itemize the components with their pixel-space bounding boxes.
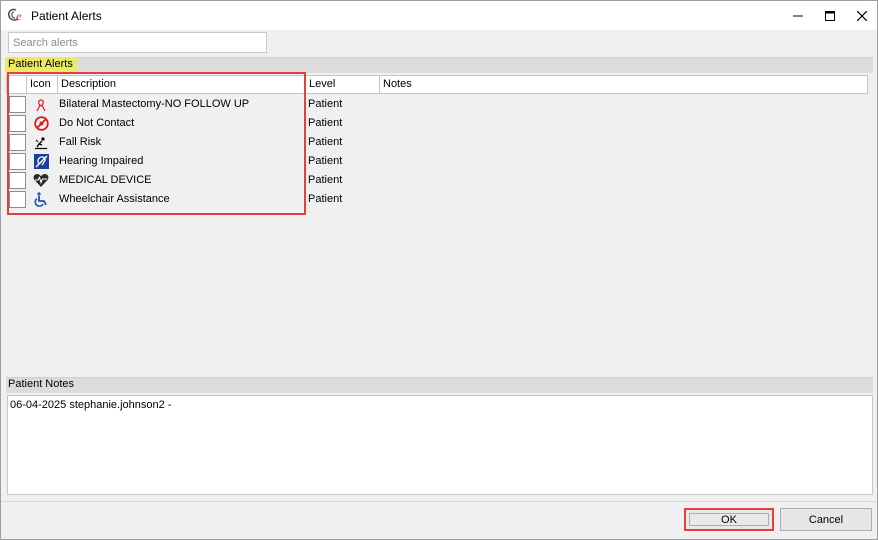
alert-checkbox[interactable] xyxy=(9,153,26,170)
column-header-icon[interactable]: Icon xyxy=(26,76,57,93)
column-header-level[interactable]: Level xyxy=(305,76,379,93)
ribbon-icon xyxy=(32,96,50,113)
alerts-section-header xyxy=(6,57,873,73)
patient-notes-text: 06-04-2025 stephanie.johnson2 - xyxy=(10,399,172,411)
alert-level: Patient xyxy=(308,136,343,148)
close-icon[interactable] xyxy=(845,1,878,30)
alerts-grid-header: Icon Description Level Notes xyxy=(6,75,868,94)
patient-notes-textarea[interactable]: 06-04-2025 stephanie.johnson2 - xyxy=(7,395,873,495)
alert-row[interactable]: Fall Risk Patient xyxy=(6,133,868,152)
alert-level: Patient xyxy=(308,98,343,110)
alert-checkbox[interactable] xyxy=(9,134,26,151)
alert-description: MEDICAL DEVICE xyxy=(59,174,152,186)
alert-description: Hearing Impaired xyxy=(59,155,144,167)
alert-checkbox[interactable] xyxy=(9,96,26,113)
alert-level: Patient xyxy=(308,155,343,167)
column-header-description[interactable]: Description xyxy=(57,76,305,93)
alert-row[interactable]: Hearing Impaired Patient xyxy=(6,152,868,171)
alert-description: Do Not Contact xyxy=(59,117,135,129)
alert-checkbox[interactable] xyxy=(9,172,26,189)
alert-row[interactable]: Do Not Contact Patient xyxy=(6,114,868,133)
alert-description: Wheelchair Assistance xyxy=(59,193,170,205)
minimize-icon[interactable] xyxy=(781,1,815,30)
ok-button[interactable]: OK xyxy=(684,508,774,531)
cancel-button[interactable]: Cancel xyxy=(780,508,872,531)
svg-text:e: e xyxy=(16,9,22,23)
no-contact-icon xyxy=(32,115,50,132)
maximize-icon[interactable] xyxy=(813,1,847,30)
cancel-button-label: Cancel xyxy=(808,513,844,526)
alert-level: Patient xyxy=(308,117,343,129)
title-bar: e Patient Alerts xyxy=(1,1,877,30)
hearing-impaired-icon xyxy=(32,153,50,170)
window-title: Patient Alerts xyxy=(31,9,102,23)
column-header-notes[interactable]: Notes xyxy=(379,76,867,93)
column-header-select xyxy=(7,76,26,93)
notes-section-label: Patient Notes xyxy=(8,378,75,390)
alert-row[interactable]: MEDICAL DEVICE Patient xyxy=(6,171,868,190)
ce-logo-icon: e xyxy=(7,7,27,23)
patient-alerts-dialog: e Patient Alerts Patient Alerts Icon Des… xyxy=(0,0,878,540)
alert-checkbox[interactable] xyxy=(9,191,26,208)
alert-description: Fall Risk xyxy=(59,136,102,148)
wheelchair-icon xyxy=(32,191,50,208)
alert-description: Bilateral Mastectomy-NO FOLLOW UP xyxy=(59,98,250,110)
alert-row[interactable]: Wheelchair Assistance Patient xyxy=(6,190,868,209)
search-alerts-input[interactable] xyxy=(8,32,267,53)
alert-level: Patient xyxy=(308,193,343,205)
ok-button-focus-frame xyxy=(689,513,769,526)
heart-device-icon xyxy=(32,172,50,189)
alert-row[interactable]: Bilateral Mastectomy-NO FOLLOW UP Patien… xyxy=(6,95,868,114)
notes-section-header xyxy=(6,377,873,393)
footer-divider xyxy=(1,501,877,502)
alert-checkbox[interactable] xyxy=(9,115,26,132)
alerts-section-label: Patient Alerts xyxy=(5,57,77,73)
alert-level: Patient xyxy=(308,174,343,186)
fall-risk-icon xyxy=(32,134,50,151)
